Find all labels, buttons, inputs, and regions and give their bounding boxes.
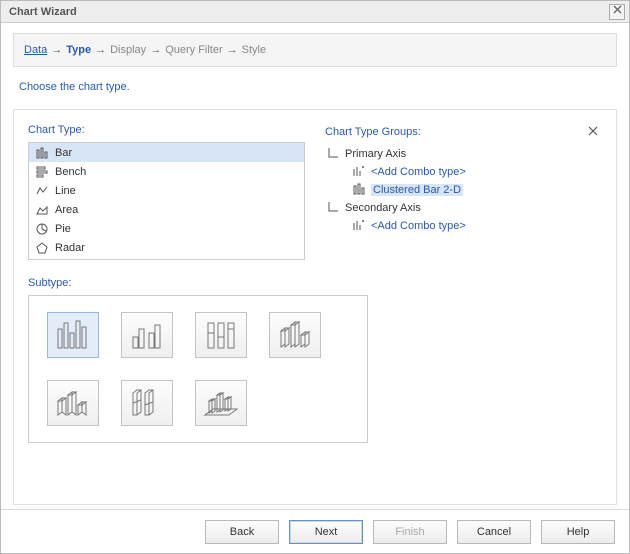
list-item-label: Area (55, 204, 78, 216)
subtype-bar-3d-var4[interactable] (195, 380, 247, 426)
list-item-label: Line (55, 185, 76, 197)
breadcrumb-step-queryfilter: Query Filter (165, 44, 222, 56)
subtype-bar-2d-var2[interactable] (121, 312, 173, 358)
pie-icon (35, 222, 49, 236)
subtype-grid (28, 295, 368, 443)
back-button[interactable]: Back (205, 520, 279, 544)
subtype-label: Subtype: (28, 277, 602, 289)
arrow-icon: → (227, 44, 238, 56)
wizard-footer: Back Next Finish Cancel Help (1, 509, 629, 553)
groups-close-button[interactable] (584, 124, 602, 139)
area-icon (35, 203, 49, 217)
bar-icon (353, 183, 365, 198)
list-item-label: Bar (55, 147, 72, 159)
chart-type-item-line[interactable]: Line (29, 181, 304, 200)
list-item-label: Bench (55, 166, 86, 178)
subtype-bar-3d-var1[interactable] (269, 312, 321, 358)
subtype-clustered-bar-2d[interactable] (47, 312, 99, 358)
arrow-icon: → (150, 44, 161, 56)
add-combo-icon (353, 219, 365, 234)
instruction-text: Choose the chart type. (19, 81, 611, 93)
bench-icon (35, 165, 49, 179)
window-title: Chart Wizard (9, 6, 77, 18)
tree-add-combo-secondary[interactable]: <Add Combo type> (325, 217, 602, 235)
window-close-button[interactable] (609, 4, 625, 20)
line-icon (35, 184, 49, 198)
wizard-breadcrumb: Data → Type → Display → Query Filter → S… (13, 33, 617, 67)
axis-icon (327, 147, 339, 162)
breadcrumb-step-display: Display (110, 44, 146, 56)
chart-type-item-pie[interactable]: Pie (29, 219, 304, 238)
groups-label: Chart Type Groups: (325, 124, 602, 139)
tree-primary-axis[interactable]: Primary Axis (325, 145, 602, 163)
cancel-button[interactable]: Cancel (457, 520, 531, 544)
add-combo-icon (353, 165, 365, 180)
chart-type-item-radar[interactable]: Radar (29, 238, 304, 257)
content-panel: Chart Type: Bar Bench (13, 109, 617, 505)
title-bar: Chart Wizard (1, 1, 629, 23)
axis-icon (327, 201, 339, 216)
tree-add-combo-primary[interactable]: <Add Combo type> (325, 163, 602, 181)
subtype-bar-3d-var2[interactable] (47, 380, 99, 426)
groups-tree: Primary Axis <Add Combo type> Clustered … (325, 145, 602, 263)
radar-icon (35, 241, 49, 255)
finish-button: Finish (373, 520, 447, 544)
bar-icon (35, 146, 49, 160)
chart-type-label: Chart Type: (28, 124, 305, 136)
gauge-icon (35, 260, 49, 261)
subtype-bar-3d-var3[interactable] (121, 380, 173, 426)
chart-type-item-gauge[interactable]: Gauge (29, 257, 304, 260)
arrow-icon: → (95, 44, 106, 56)
next-button[interactable]: Next (289, 520, 363, 544)
arrow-icon: → (51, 44, 62, 56)
tree-clustered-bar[interactable]: Clustered Bar 2-D (325, 181, 602, 199)
breadcrumb-step-style: Style (242, 44, 266, 56)
chart-type-item-bar[interactable]: Bar (29, 143, 304, 162)
chart-type-item-area[interactable]: Area (29, 200, 304, 219)
breadcrumb-step-data[interactable]: Data (24, 44, 47, 56)
chart-type-list[interactable]: Bar Bench Line (28, 142, 305, 260)
subtype-bar-2d-var3[interactable] (195, 312, 247, 358)
tree-secondary-axis[interactable]: Secondary Axis (325, 199, 602, 217)
list-item-label: Pie (55, 223, 71, 235)
list-item-label: Radar (55, 242, 85, 254)
help-button[interactable]: Help (541, 520, 615, 544)
breadcrumb-step-type: Type (66, 44, 91, 56)
chart-type-item-bench[interactable]: Bench (29, 162, 304, 181)
